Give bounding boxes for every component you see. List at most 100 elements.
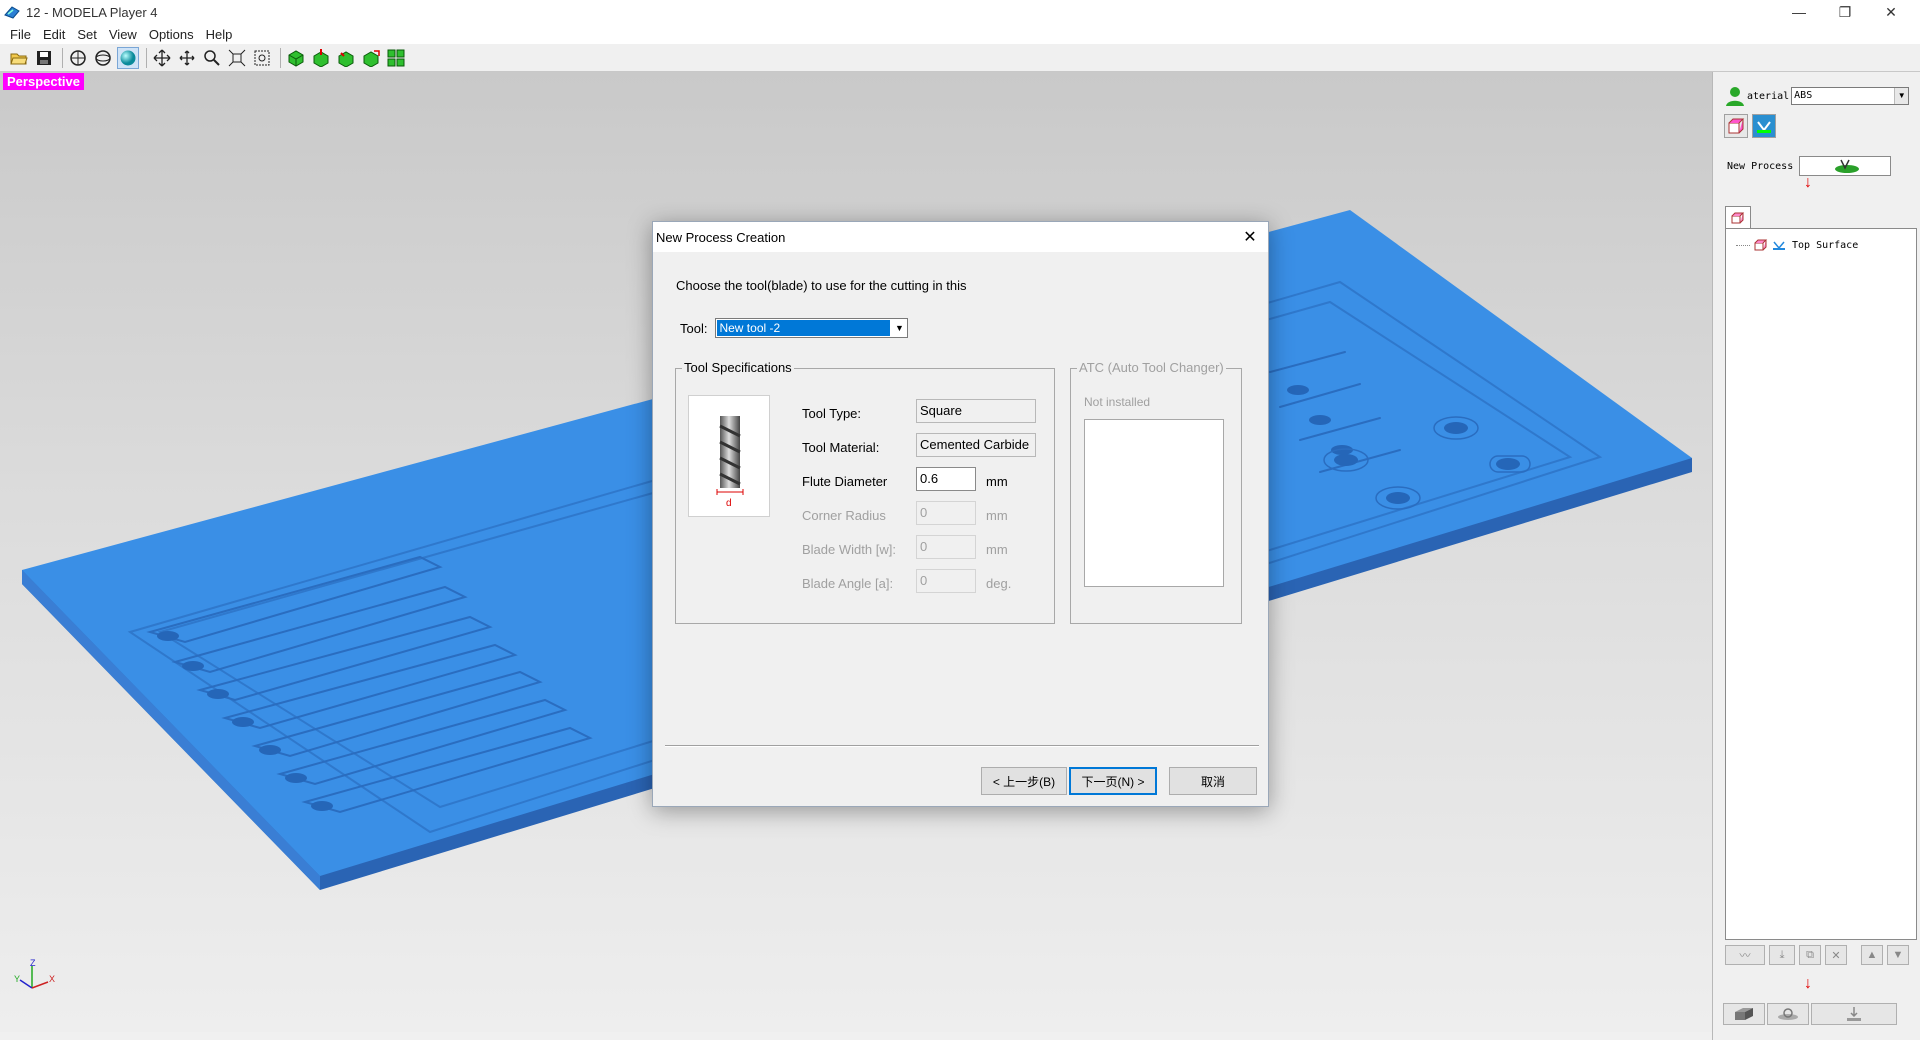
process-tree[interactable]: Top Surface xyxy=(1725,228,1917,940)
menu-file[interactable]: File xyxy=(4,27,37,42)
new-process-icon xyxy=(1835,159,1860,173)
chevron-down-icon: ▼ xyxy=(1894,88,1909,104)
move-icon[interactable] xyxy=(176,47,198,69)
cut-icon[interactable] xyxy=(1811,1003,1897,1025)
material-row: aterial ABS ▼ xyxy=(1723,84,1910,108)
move-up-icon[interactable]: ▲ xyxy=(1861,945,1883,965)
tree-action-row: 〰 ⤓ ⧉ ✕ ▲ ▼ xyxy=(1725,945,1909,965)
next-button[interactable]: 下一页(N) > xyxy=(1069,767,1157,795)
tool-select[interactable]: New tool -2 ▼ xyxy=(715,318,909,338)
save-icon[interactable] xyxy=(33,47,55,69)
process-view-icon[interactable] xyxy=(1752,114,1776,138)
tree-tab[interactable] xyxy=(1725,206,1751,228)
new-process-label: New Process xyxy=(1727,160,1794,172)
blade-angle-field: 0 xyxy=(916,569,976,593)
back-button[interactable]: < 上一步(B) xyxy=(981,767,1067,795)
tool-row: Tool: New tool -2 ▼ xyxy=(680,318,909,338)
model-box-icon[interactable] xyxy=(1724,114,1748,138)
move-down-icon[interactable]: ▼ xyxy=(1887,945,1909,965)
import-icon[interactable]: ⤓ xyxy=(1769,945,1795,965)
cut-action-row xyxy=(1723,1003,1897,1025)
copy-icon[interactable]: ⧉ xyxy=(1799,945,1821,965)
atc-list xyxy=(1084,419,1224,587)
axis-gizmo: Z Y X xyxy=(14,958,55,989)
view-3d-icon[interactable] xyxy=(67,47,89,69)
corner-radius-field: 0 xyxy=(916,501,976,525)
preview-cut-icon[interactable] xyxy=(1767,1003,1809,1025)
cut-down-icon[interactable] xyxy=(310,47,332,69)
tree-item-label: Top Surface xyxy=(1792,239,1859,251)
model-tab-icon xyxy=(1731,212,1745,223)
chevron-down-icon[interactable]: ▼ xyxy=(891,319,908,337)
surface-process-icon xyxy=(1773,241,1785,250)
close-icon[interactable]: ✕ xyxy=(1238,226,1262,248)
material-value: ABS xyxy=(1794,90,1813,101)
blade-angle-unit: deg. xyxy=(986,576,1012,591)
tool-type-label: Tool Type: xyxy=(802,406,862,421)
open-icon[interactable] xyxy=(8,47,30,69)
flute-diameter-label: Flute Diameter xyxy=(802,474,888,489)
zoom-icon[interactable] xyxy=(201,47,223,69)
flute-diameter-unit: mm xyxy=(986,474,1008,489)
tool-spec-title: Tool Specifications xyxy=(682,360,794,375)
tool-material-field: Cemented Carbide xyxy=(916,433,1036,457)
corner-radius-label: Corner Radius xyxy=(802,508,886,523)
dialog-divider xyxy=(665,745,1259,747)
material-select[interactable]: ABS ▼ xyxy=(1791,87,1910,105)
blade-width-field: 0 xyxy=(916,535,976,559)
process-panel: aterial ABS ▼ New Process ↓ Top Surface … xyxy=(1712,72,1920,1040)
delete-icon[interactable]: ✕ xyxy=(1825,945,1847,965)
dialog-title-bar: New Process Creation xyxy=(653,222,1268,252)
restore-button[interactable]: ❐ xyxy=(1822,0,1868,24)
tool-label: Tool: xyxy=(680,320,708,336)
material-label: aterial xyxy=(1747,90,1790,102)
shaded-sphere-icon[interactable] xyxy=(117,46,139,69)
tool-material-label: Tool Material: xyxy=(802,440,880,455)
toolbar-separator xyxy=(280,47,281,68)
dialog-title: New Process Creation xyxy=(656,229,786,245)
cutting-area-icon[interactable] xyxy=(1723,1003,1765,1025)
view-rotate-icon[interactable] xyxy=(92,47,114,69)
status-bar xyxy=(0,1032,1712,1040)
axis-z-label: Z xyxy=(30,958,36,968)
model-icon xyxy=(1754,239,1768,251)
pan-icon[interactable] xyxy=(151,47,173,69)
new-process-dialog: New Process Creation ✕ Choose the tool(b… xyxy=(652,221,1269,807)
menu-bar: File Edit Set View Options Help xyxy=(0,24,1920,44)
title-bar: 12 - MODELA Player 4 — ❐ ✕ xyxy=(0,0,1920,24)
menu-edit[interactable]: Edit xyxy=(37,27,71,42)
flow-arrow-icon: ↓ xyxy=(1804,174,1812,191)
cut-path-icon[interactable] xyxy=(335,47,357,69)
toolbar-separator xyxy=(146,47,147,68)
close-window-button[interactable]: ✕ xyxy=(1868,0,1914,24)
new-process-row: New Process xyxy=(1727,156,1892,176)
toolpath-icon[interactable]: 〰 xyxy=(1725,945,1765,965)
blade-width-unit: mm xyxy=(986,542,1008,557)
tree-item-top-surface[interactable]: Top Surface xyxy=(1736,239,1858,251)
end-mill-image: d xyxy=(688,395,770,517)
dialog-prompt: Choose the tool(blade) to use for the cu… xyxy=(676,278,967,293)
atc-group: ATC (Auto Tool Changer) Not installed xyxy=(1070,360,1242,624)
flute-diameter-field[interactable]: 0.6 xyxy=(916,467,976,491)
app-icon xyxy=(4,6,20,19)
corner-radius-unit: mm xyxy=(986,508,1008,523)
panel-icon-row xyxy=(1724,114,1776,138)
tree-connector xyxy=(1736,244,1750,246)
minimize-button[interactable]: — xyxy=(1776,0,1822,24)
tool-type-field: Square xyxy=(916,399,1036,423)
cancel-button[interactable]: 取消 xyxy=(1169,767,1257,795)
menu-view[interactable]: View xyxy=(103,27,143,42)
material-user-icon[interactable] xyxy=(1723,84,1747,108)
zoom-fit-icon[interactable] xyxy=(226,47,248,69)
new-process-button[interactable] xyxy=(1799,156,1892,176)
menu-set[interactable]: Set xyxy=(71,27,103,42)
menu-options[interactable]: Options xyxy=(143,27,200,42)
axis-x-label: X xyxy=(49,974,55,984)
menu-help[interactable]: Help xyxy=(200,27,239,42)
layout-icon[interactable] xyxy=(385,47,407,69)
atc-status: Not installed xyxy=(1084,395,1151,409)
cut-preview-icon[interactable] xyxy=(360,47,382,69)
flow-arrow-icon: ↓ xyxy=(1804,975,1812,992)
zoom-window-icon[interactable] xyxy=(251,47,273,69)
cut-all-icon[interactable] xyxy=(285,47,307,69)
